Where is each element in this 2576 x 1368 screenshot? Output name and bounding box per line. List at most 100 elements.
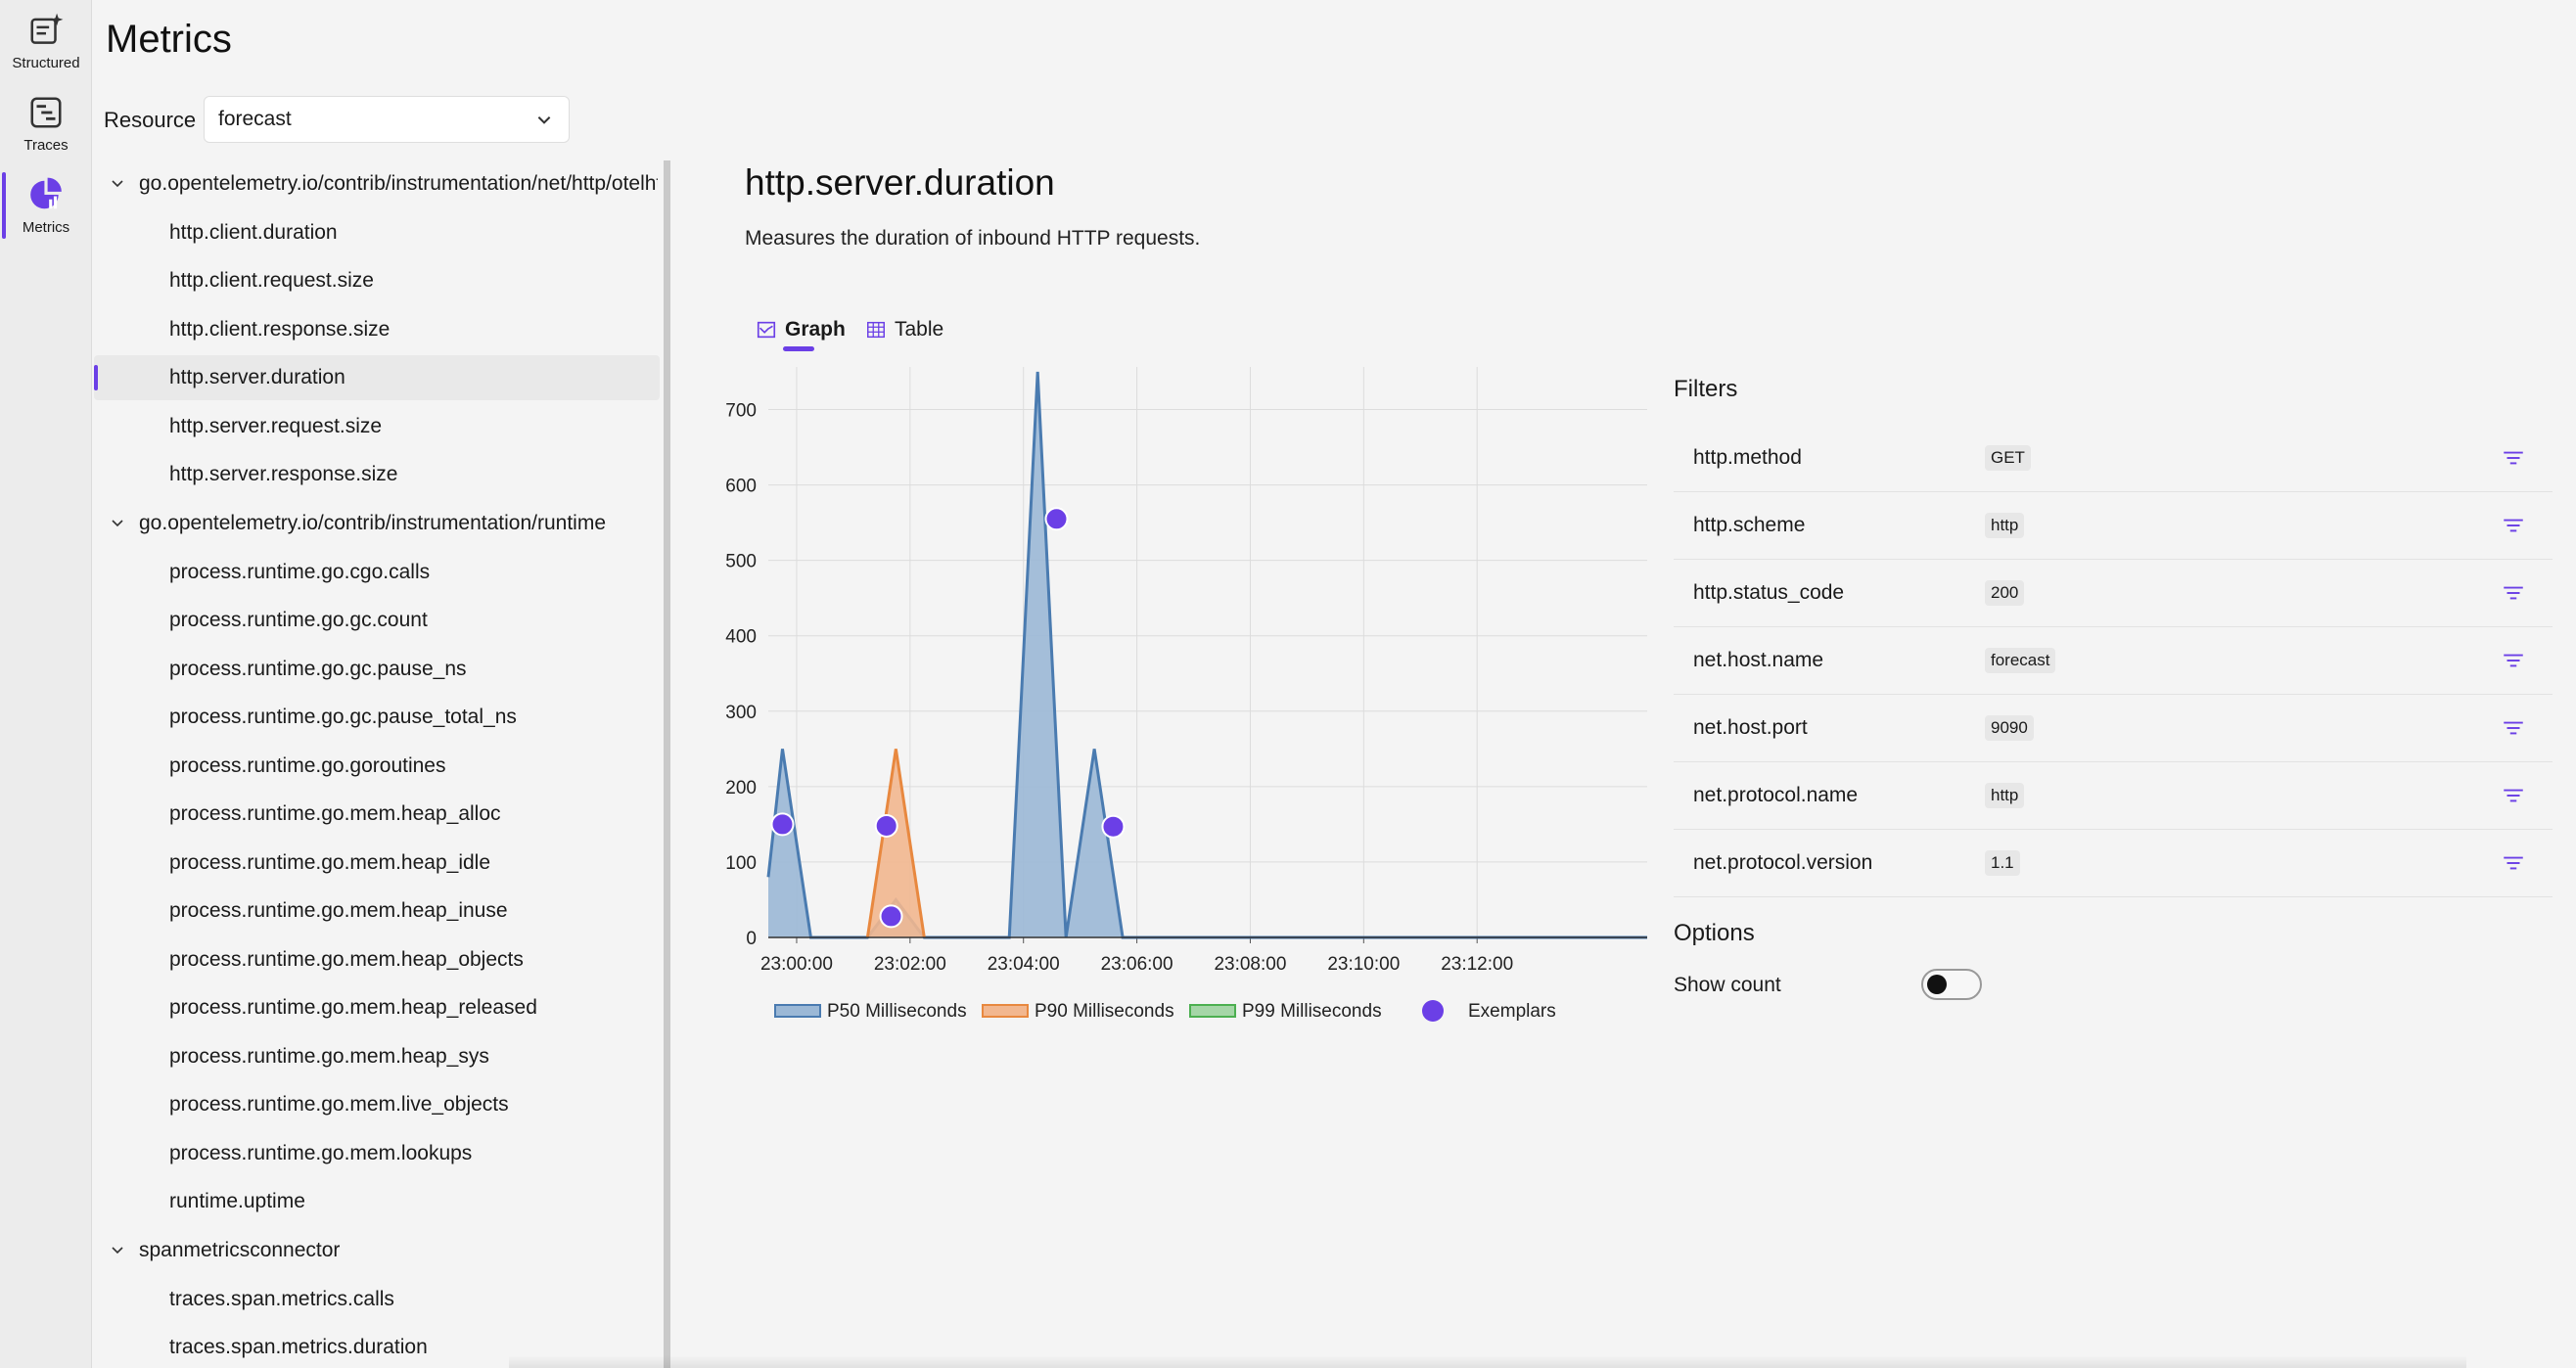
tree-item-label: http.client.duration bbox=[169, 221, 338, 244]
x-tick-label: 23:02:00 bbox=[874, 954, 946, 975]
y-tick-label: 500 bbox=[725, 552, 757, 572]
filter-icon[interactable] bbox=[2501, 850, 2526, 876]
tree-item[interactable]: process.runtime.go.mem.heap_inuse bbox=[94, 889, 660, 934]
tree-group[interactable]: go.opentelemetry.io/contrib/instrumentat… bbox=[110, 164, 658, 204]
filter-name: http.status_code bbox=[1693, 581, 1845, 604]
tree-item[interactable]: http.client.response.size bbox=[94, 307, 660, 352]
legend-swatch bbox=[1422, 1000, 1444, 1022]
filter-icon[interactable] bbox=[2501, 783, 2526, 808]
filter-name: net.host.name bbox=[1693, 649, 1824, 671]
legend-label: P50 Milliseconds bbox=[827, 1001, 967, 1022]
x-tick-label: 23:08:00 bbox=[1214, 954, 1286, 975]
filter-value: forecast bbox=[1985, 648, 2056, 673]
filter-name: net.host.port bbox=[1693, 716, 1808, 739]
tree-item-label: process.runtime.go.mem.heap_idle bbox=[169, 851, 491, 874]
y-tick-label: 600 bbox=[725, 477, 757, 497]
structured-icon bbox=[30, 13, 64, 44]
chevron-down-icon bbox=[112, 180, 123, 188]
tree-group[interactable]: spanmetricsconnector bbox=[110, 1231, 658, 1270]
tree-item-label: process.runtime.go.gc.count bbox=[169, 609, 428, 631]
exemplar-point bbox=[879, 904, 903, 929]
resource-value: forecast bbox=[218, 108, 292, 130]
filter-name: http.method bbox=[1693, 446, 1802, 469]
filter-row: http.status_code 200 bbox=[1674, 560, 2553, 627]
rail-label: Traces bbox=[23, 136, 69, 154]
tree-item-label: process.runtime.go.gc.pause_ns bbox=[169, 658, 467, 680]
tree-item-label: http.server.request.size bbox=[169, 415, 383, 437]
exemplar-point bbox=[1101, 814, 1126, 839]
filter-row: net.protocol.version 1.1 bbox=[1674, 830, 2553, 897]
tree-item[interactable]: runtime.uptime bbox=[94, 1179, 660, 1224]
exemplar-point bbox=[1044, 507, 1069, 531]
toggle-knob bbox=[1927, 975, 1947, 994]
tree-item[interactable]: traces.span.metrics.calls bbox=[94, 1277, 660, 1322]
tree-item-label: http.server.duration bbox=[169, 366, 345, 388]
tab-table[interactable]: Table bbox=[865, 315, 943, 344]
tree-item[interactable]: process.runtime.go.mem.heap_alloc bbox=[94, 792, 660, 837]
legend-swatch bbox=[1189, 1004, 1236, 1018]
tree-item[interactable]: process.runtime.go.gc.count bbox=[94, 598, 660, 643]
filter-icon[interactable] bbox=[2501, 445, 2526, 471]
tree-group-label: go.opentelemetry.io/contrib/instrumentat… bbox=[139, 512, 607, 534]
rail-item-traces[interactable]: Traces bbox=[0, 82, 92, 164]
metrics-icon bbox=[30, 177, 62, 208]
tab-active-indicator bbox=[783, 346, 814, 351]
tree-item[interactable]: process.runtime.go.gc.pause_total_ns bbox=[94, 695, 660, 740]
filter-row: http.scheme http bbox=[1674, 492, 2553, 560]
tree-item[interactable]: process.runtime.go.mem.live_objects bbox=[94, 1082, 660, 1127]
tree-item[interactable]: process.runtime.go.mem.heap_released bbox=[94, 985, 660, 1030]
resource-select[interactable]: forecast bbox=[204, 96, 570, 143]
legend-label: Exemplars bbox=[1468, 1001, 1556, 1022]
legend-swatch bbox=[982, 1004, 1029, 1018]
tree-item[interactable]: process.runtime.go.cgo.calls bbox=[94, 550, 660, 595]
filter-row: net.host.port 9090 bbox=[1674, 695, 2553, 762]
chevron-down-icon bbox=[112, 520, 123, 527]
tab-label: Graph bbox=[785, 318, 846, 341]
tree-item[interactable]: process.runtime.go.mem.heap_idle bbox=[94, 841, 660, 886]
rail-label: Metrics bbox=[22, 218, 70, 236]
tree-item-label: process.runtime.go.cgo.calls bbox=[169, 561, 431, 583]
tree-item[interactable]: http.client.duration bbox=[94, 210, 660, 255]
tree-item-label: process.runtime.go.mem.heap_released bbox=[169, 996, 537, 1019]
y-tick-label: 300 bbox=[725, 703, 757, 723]
filter-value: http bbox=[1985, 513, 2025, 538]
tree-item[interactable]: http.server.response.size bbox=[94, 452, 660, 497]
filters-title: Filters bbox=[1674, 376, 1738, 402]
exemplar-point bbox=[770, 812, 795, 837]
tree-item[interactable]: http.server.request.size bbox=[94, 404, 660, 449]
tree-item[interactable]: http.client.request.size bbox=[94, 258, 660, 303]
metric-chart: 0 100 200 300 400 500 600 700 23:00:00 23:02:00 23… bbox=[725, 367, 1647, 1022]
x-tick-label: 23:10:00 bbox=[1327, 954, 1400, 975]
show-count-toggle[interactable] bbox=[1921, 969, 1982, 1000]
tree-item[interactable]: process.runtime.go.gc.pause_ns bbox=[94, 647, 660, 692]
filter-value: 200 bbox=[1985, 580, 2025, 606]
metric-description: Measures the duration of inbound HTTP re… bbox=[745, 227, 1201, 250]
tree-item-label: process.runtime.go.gc.pause_total_ns bbox=[169, 706, 517, 728]
tree-item-label: runtime.uptime bbox=[169, 1190, 305, 1212]
y-tick-label: 700 bbox=[725, 401, 757, 422]
resource-label: Resource bbox=[104, 108, 197, 132]
filter-icon[interactable] bbox=[2501, 715, 2526, 741]
filter-icon[interactable] bbox=[2501, 513, 2526, 538]
metric-title: http.server.duration bbox=[745, 162, 1055, 203]
table-icon bbox=[867, 321, 885, 339]
rail-item-metrics[interactable]: Metrics bbox=[0, 164, 92, 247]
tree-item-label: process.runtime.go.mem.heap_inuse bbox=[169, 899, 508, 922]
filter-value: 1.1 bbox=[1985, 850, 2020, 876]
y-tick-label: 100 bbox=[725, 853, 757, 874]
x-tick-label: 23:00:00 bbox=[760, 954, 833, 975]
filter-icon[interactable] bbox=[2501, 648, 2526, 673]
show-count-label: Show count bbox=[1674, 974, 1781, 996]
chevron-down-icon bbox=[112, 1247, 123, 1254]
filter-value: http bbox=[1985, 783, 2025, 808]
filter-icon[interactable] bbox=[2501, 580, 2526, 606]
tree-item[interactable]: process.runtime.go.mem.heap_objects bbox=[94, 937, 660, 982]
tree-item[interactable]: process.runtime.go.mem.lookups bbox=[94, 1131, 660, 1176]
tree-group[interactable]: go.opentelemetry.io/contrib/instrumentat… bbox=[110, 504, 658, 543]
tree-item[interactable]: process.runtime.go.goroutines bbox=[94, 744, 660, 789]
panel-splitter[interactable] bbox=[664, 160, 670, 1368]
tree-item-selected[interactable]: http.server.duration bbox=[94, 355, 660, 400]
tab-graph[interactable]: Graph bbox=[756, 315, 846, 344]
rail-item-structured[interactable]: Structured bbox=[0, 0, 92, 82]
tree-item[interactable]: process.runtime.go.mem.heap_sys bbox=[94, 1034, 660, 1079]
